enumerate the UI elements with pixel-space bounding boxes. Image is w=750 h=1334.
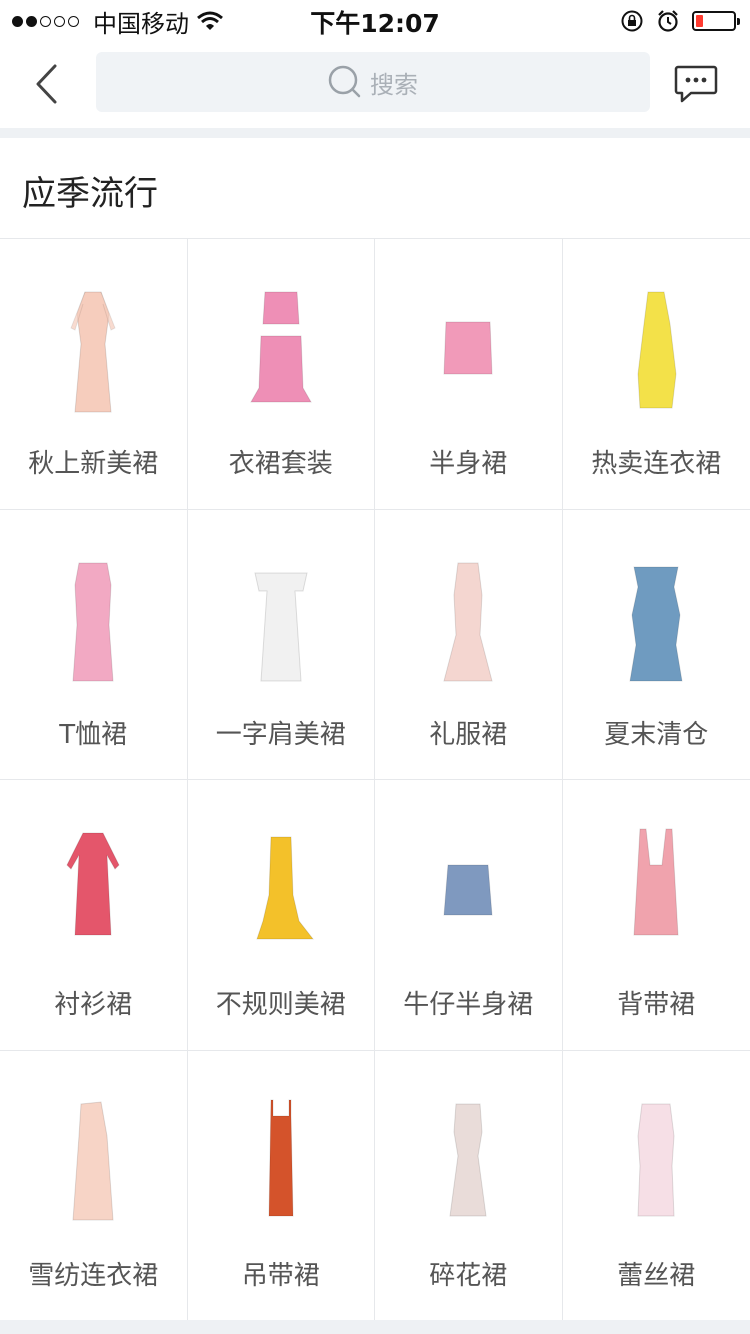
section-title: 应季流行 — [22, 174, 158, 214]
search-icon — [328, 65, 361, 98]
category-image — [563, 1091, 750, 1231]
category-image — [188, 550, 375, 690]
category-image — [0, 550, 187, 690]
search-placeholder: 搜索 — [370, 70, 418, 99]
mermaid-dress-icon — [256, 836, 314, 940]
category-image — [563, 550, 750, 690]
alarm-icon — [658, 10, 678, 32]
category-item[interactable]: 雪纺连衣裙 — [0, 1050, 188, 1321]
chat-bubble-icon — [674, 65, 718, 103]
bottom-divider — [0, 1320, 750, 1334]
pink-dress-icon — [70, 291, 116, 413]
category-label: 吊带裙 — [241, 1260, 320, 1291]
category-label: 不规则美裙 — [215, 990, 346, 1020]
back-button[interactable] — [22, 58, 70, 110]
category-image — [188, 1091, 375, 1231]
category-item[interactable]: 秋上新美裙 — [0, 239, 188, 510]
category-label: 夏末清仓 — [604, 719, 709, 750]
floral-tiered-dress-icon — [629, 566, 683, 681]
rotation-lock-icon — [621, 10, 643, 32]
category-label: 衣裙套装 — [228, 449, 333, 479]
category-label: 一字肩美裙 — [215, 719, 346, 750]
search-input[interactable]: 搜索 — [96, 52, 650, 112]
slip-dress-icon — [268, 1099, 294, 1216]
message-button[interactable] — [670, 58, 722, 110]
category-image — [375, 1091, 562, 1231]
category-label: 半身裙 — [429, 449, 508, 479]
category-image — [0, 279, 187, 419]
category-label: T恤裙 — [59, 719, 128, 750]
category-image — [0, 820, 187, 960]
gown-icon — [443, 562, 493, 681]
chevron-left-icon — [36, 64, 57, 104]
chiffon-dress-icon — [72, 1100, 114, 1220]
category-item[interactable]: 不规则美裙 — [187, 780, 375, 1051]
yellow-dress-icon — [637, 291, 677, 409]
category-item[interactable]: 半身裙 — [375, 239, 563, 510]
category-item[interactable]: 蕾丝裙 — [562, 1051, 750, 1321]
category-item[interactable]: 礼服裙 — [375, 509, 563, 780]
seasonal-trends-section: 应季流行 秋上新美裙 衣裙套装 半身裙 热卖连衣裙 T恤裙 一字肩美裙 礼服裙 夏末清仓衬衫裙… — [0, 138, 750, 1321]
battery-level — [696, 15, 703, 27]
category-item[interactable]: T恤裙 — [0, 509, 188, 780]
status-right — [620, 6, 740, 36]
category-item[interactable]: 衣裙套装 — [187, 239, 375, 510]
category-label: 牛仔半身裙 — [403, 990, 534, 1020]
category-item[interactable]: 牛仔半身裙 — [375, 780, 563, 1051]
category-item[interactable]: 背带裙 — [562, 780, 750, 1051]
category-label: 热卖连衣裙 — [591, 449, 722, 479]
denim-skirt-icon — [443, 864, 493, 916]
category-image — [188, 820, 375, 960]
floral-dress-icon — [449, 1103, 487, 1216]
category-item[interactable]: 热卖连衣裙 — [562, 239, 750, 510]
category-item[interactable]: 碎花裙 — [375, 1050, 563, 1321]
white-offshoulder-dress-icon — [254, 572, 308, 681]
category-image — [563, 820, 750, 960]
category-label: 碎花裙 — [429, 1260, 508, 1291]
pink-check-dress-icon — [72, 562, 114, 681]
gingham-skirt-icon — [443, 321, 493, 375]
category-label: 礼服裙 — [429, 719, 508, 750]
category-item[interactable]: 吊带裙 — [187, 1050, 375, 1321]
category-image — [375, 820, 562, 960]
status-bar: 中国移动 下午12:07 — [0, 0, 750, 40]
pinafore-dress-icon — [633, 828, 679, 936]
category-label: 衬衫裙 — [54, 990, 133, 1020]
category-image — [563, 279, 750, 419]
category-item[interactable]: 夏末清仓 — [562, 510, 750, 780]
nav-bar: 搜索 — [0, 40, 750, 128]
category-image — [375, 279, 562, 419]
shirt-dress-icon — [66, 832, 120, 936]
category-label: 秋上新美裙 — [28, 449, 159, 479]
category-item[interactable]: 衬衫裙 — [0, 780, 188, 1051]
lace-dress-icon — [637, 1103, 675, 1216]
category-image — [188, 279, 375, 419]
category-grid: 秋上新美裙 衣裙套装 半身裙 热卖连衣裙 T恤裙 一字肩美裙 礼服裙 夏末清仓衬衫裙 不规则美裙… — [0, 238, 750, 1321]
category-label: 雪纺连衣裙 — [28, 1260, 159, 1291]
pink-two-piece-set-icon — [249, 291, 312, 403]
category-label: 蕾丝裙 — [617, 1260, 696, 1291]
battery-icon — [692, 11, 740, 31]
category-image — [375, 550, 562, 690]
category-image — [0, 1091, 187, 1231]
category-label: 背带裙 — [617, 990, 696, 1020]
category-item[interactable]: 一字肩美裙 — [187, 509, 375, 780]
